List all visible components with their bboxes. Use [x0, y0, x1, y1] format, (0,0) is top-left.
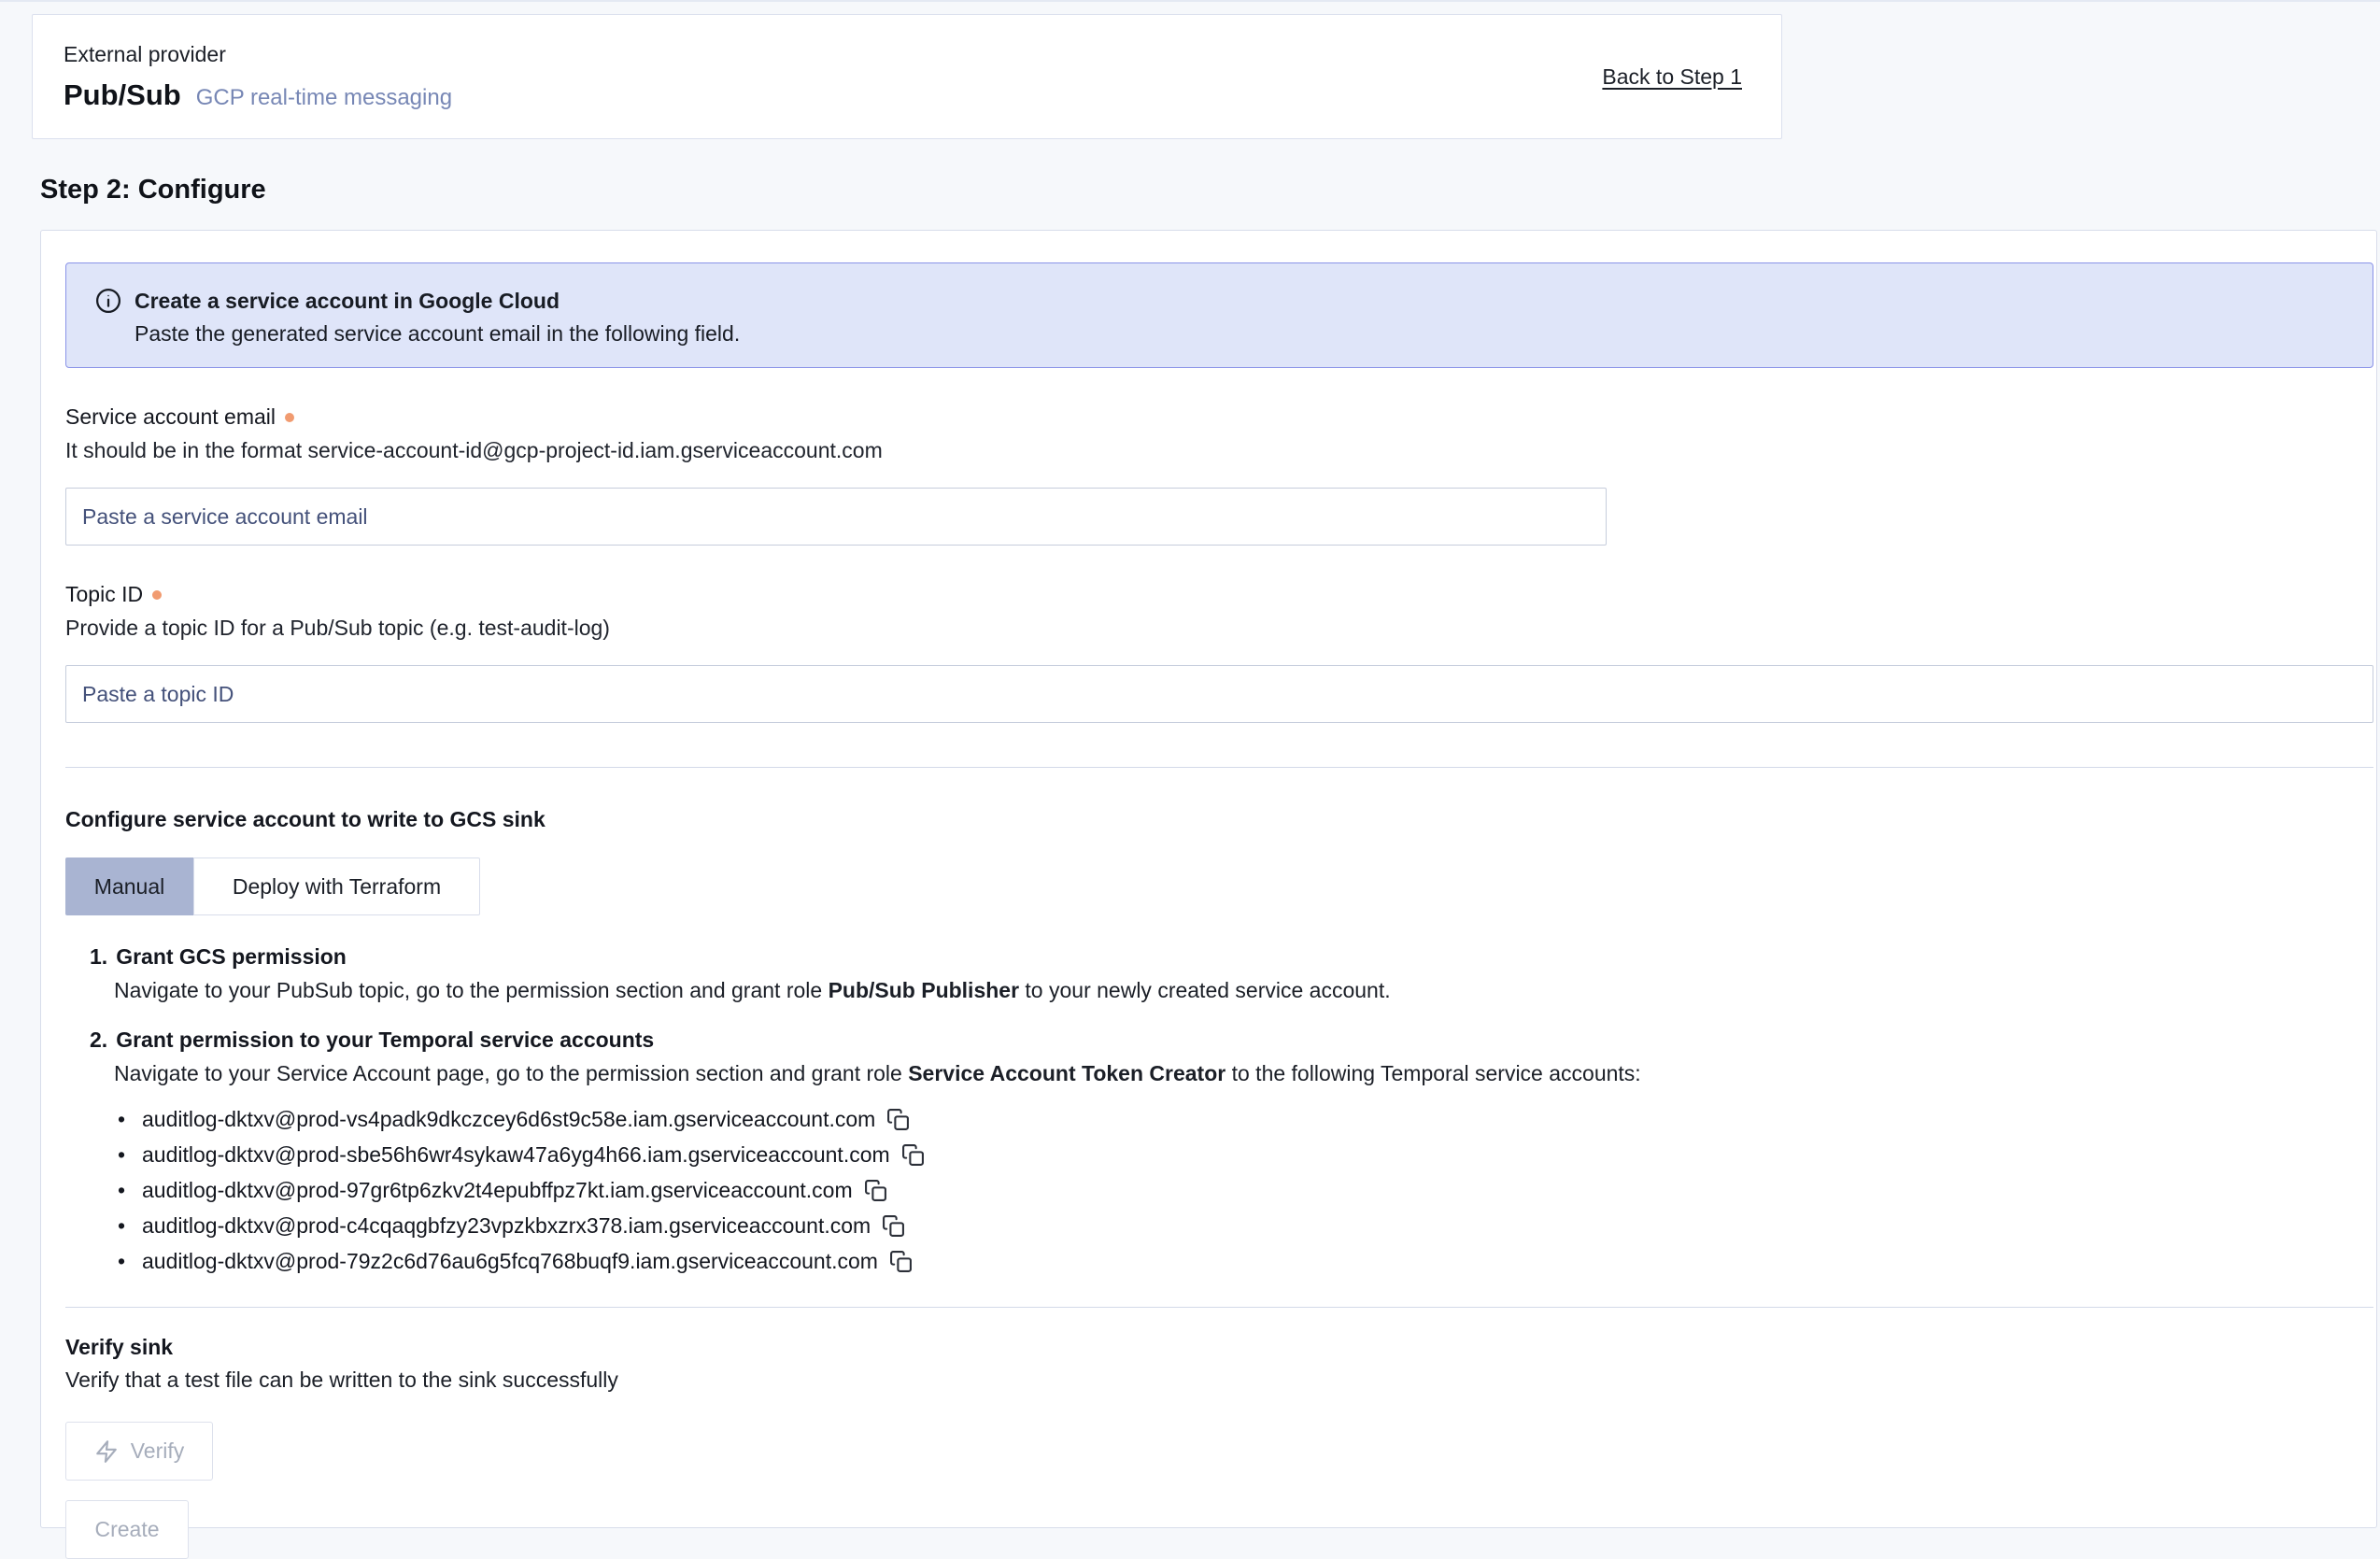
configure-card: Create a service account in Google Cloud…	[40, 230, 2377, 1528]
copy-icon[interactable]	[901, 1143, 925, 1167]
info-banner-body: Paste the generated service account emai…	[135, 321, 2373, 347]
service-account-email: auditlog-dktxv@prod-sbe56h6wr4sykaw47a6y…	[142, 1142, 890, 1168]
back-to-step-1-link[interactable]: Back to Step 1	[1602, 64, 1742, 90]
tab-deploy-with-terraform[interactable]: Deploy with Terraform	[193, 857, 480, 915]
copy-icon[interactable]	[864, 1179, 887, 1202]
topic-id-helper: Provide a topic ID for a Pub/Sub topic (…	[65, 616, 2372, 641]
verify-sink-description: Verify that a test file can be written t…	[65, 1368, 2372, 1393]
provider-eyebrow: External provider	[64, 42, 452, 67]
bullet: •	[118, 1142, 142, 1168]
list-item: • auditlog-dktxv@prod-97gr6tp6zkv2t4epub…	[118, 1172, 2372, 1208]
create-button[interactable]: Create	[65, 1500, 189, 1559]
service-account-email-helper: It should be in the format service-accou…	[65, 438, 2372, 463]
temporal-service-account-list: • auditlog-dktxv@prod-vs4padk9dkczcey6d6…	[118, 1101, 2372, 1279]
info-banner-title: Create a service account in Google Cloud	[135, 289, 560, 314]
info-icon	[94, 287, 122, 315]
required-indicator	[285, 413, 294, 422]
step-1-title: 1. Grant GCS permission	[90, 944, 2372, 970]
service-account-email: auditlog-dktxv@prod-vs4padk9dkczcey6d6st…	[142, 1107, 875, 1132]
provider-card: External provider Pub/Sub GCP real-time …	[32, 14, 1782, 139]
list-item: • auditlog-dktxv@prod-vs4padk9dkczcey6d6…	[118, 1101, 2372, 1137]
bullet: •	[118, 1178, 142, 1203]
info-banner: Create a service account in Google Cloud…	[65, 262, 2373, 368]
list-item: • auditlog-dktxv@prod-79z2c6d76au6g5fcq7…	[118, 1243, 2372, 1279]
list-item: • auditlog-dktxv@prod-c4cqaqgbfzy23vpzkb…	[118, 1208, 2372, 1243]
copy-icon[interactable]	[886, 1108, 910, 1131]
configure-tabs: Manual Deploy with Terraform	[65, 857, 2372, 915]
section-divider	[65, 1307, 2373, 1308]
service-account-email: auditlog-dktxv@prod-97gr6tp6zkv2t4epubff…	[142, 1178, 853, 1203]
section-divider	[65, 767, 2373, 768]
required-indicator	[152, 590, 162, 600]
provider-subtitle: GCP real-time messaging	[196, 85, 452, 111]
verify-button[interactable]: Verify	[65, 1422, 213, 1481]
role-name: Pub/Sub Publisher	[829, 978, 1019, 1002]
role-name: Service Account Token Creator	[908, 1061, 1225, 1085]
copy-icon[interactable]	[889, 1250, 913, 1273]
manual-steps: 1. Grant GCS permission Navigate to your…	[90, 944, 2372, 1279]
step-2-title: 2. Grant permission to your Temporal ser…	[90, 1028, 2372, 1053]
copy-icon[interactable]	[882, 1214, 905, 1238]
service-account-email: auditlog-dktxv@prod-c4cqaqgbfzy23vpzkbxz…	[142, 1213, 871, 1239]
tab-manual[interactable]: Manual	[65, 857, 193, 915]
service-account-email-label: Service account email	[65, 404, 2372, 430]
service-account-email: auditlog-dktxv@prod-79z2c6d76au6g5fcq768…	[142, 1249, 878, 1274]
step-1-body: Navigate to your PubSub topic, go to the…	[114, 978, 2372, 1003]
provider-title: Pub/Sub	[64, 78, 181, 112]
service-account-email-input[interactable]	[65, 488, 1607, 546]
page-title: Step 2: Configure	[40, 175, 2380, 206]
configure-section-heading: Configure service account to write to GC…	[65, 807, 2372, 832]
bullet: •	[118, 1249, 142, 1274]
list-item: • auditlog-dktxv@prod-sbe56h6wr4sykaw47a…	[118, 1137, 2372, 1172]
verify-sink-heading: Verify sink	[65, 1335, 2372, 1360]
zap-icon	[94, 1439, 119, 1464]
bullet: •	[118, 1213, 142, 1239]
topic-id-label: Topic ID	[65, 582, 2372, 607]
step-2-body: Navigate to your Service Account page, g…	[114, 1061, 2372, 1086]
provider-info: External provider Pub/Sub GCP real-time …	[64, 42, 452, 112]
bullet: •	[118, 1107, 142, 1132]
topic-id-input[interactable]	[65, 665, 2373, 723]
